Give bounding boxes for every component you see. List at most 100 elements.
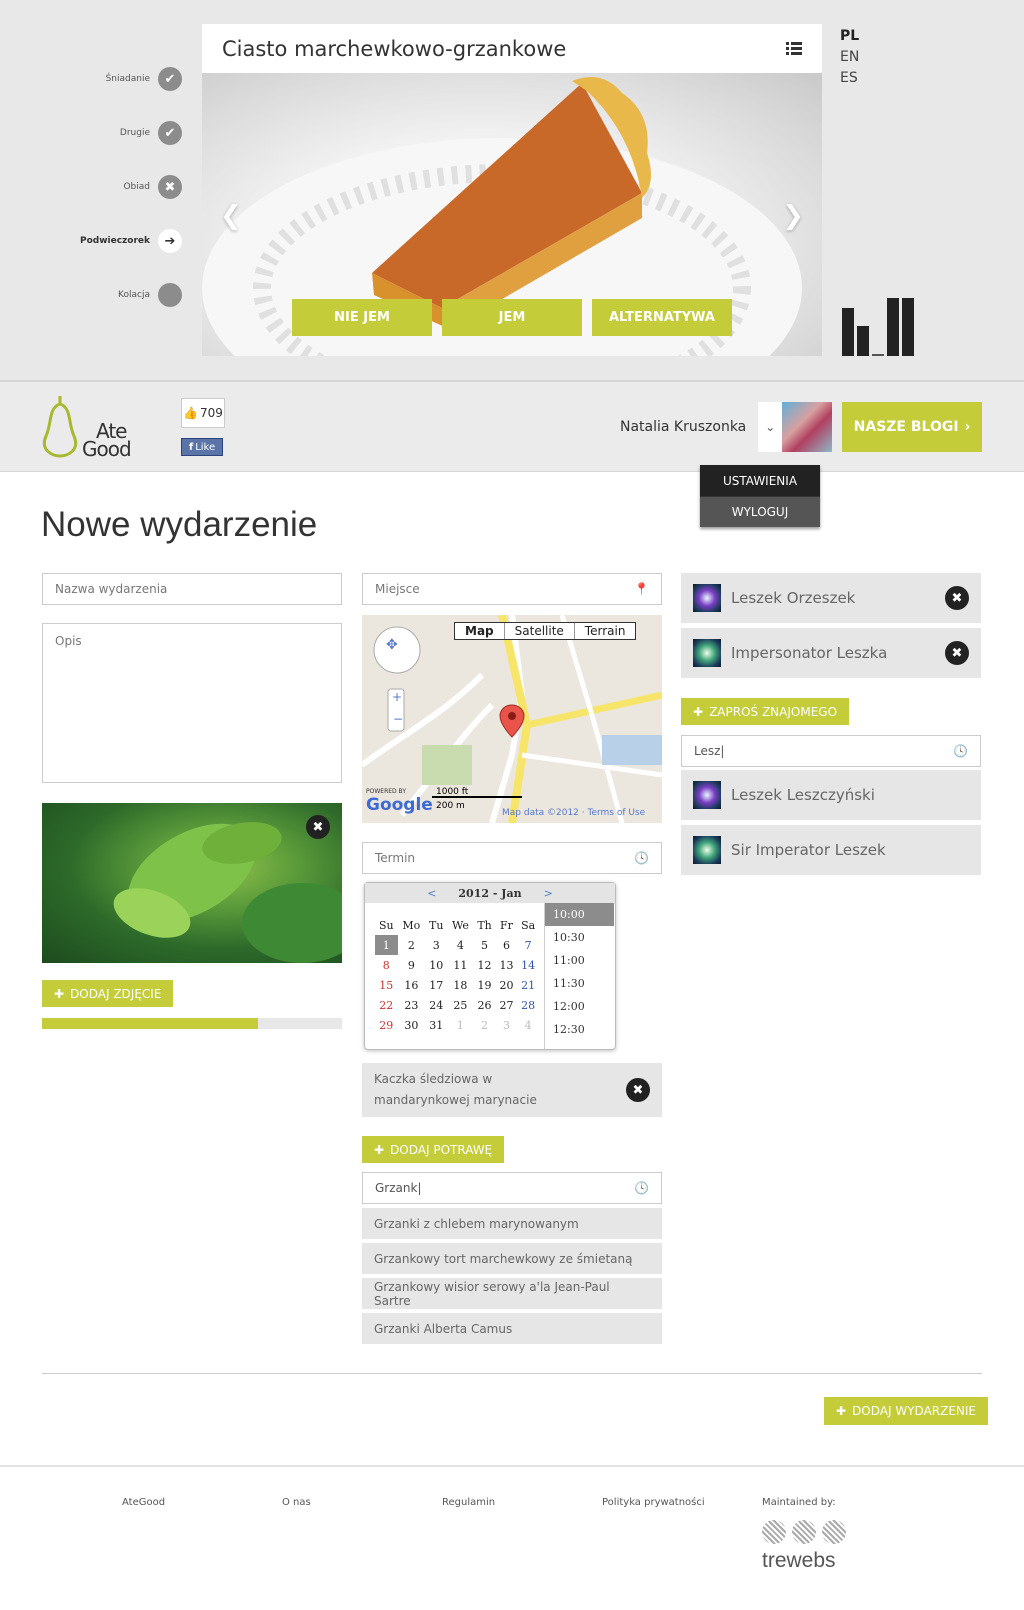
logo[interactable]: Ate Good: [42, 394, 132, 459]
dish-suggestion[interactable]: Grzankowy tort marchewkowy ze śmietaną: [362, 1243, 662, 1274]
calendar-day[interactable]: 7: [517, 935, 539, 955]
meal-item-drugie[interactable]: Drugie ✔: [120, 120, 182, 146]
close-icon: ✖: [158, 175, 182, 199]
lang-en[interactable]: EN: [840, 47, 859, 68]
eat-button[interactable]: JEM: [442, 299, 582, 336]
calendar-day[interactable]: 24: [425, 995, 447, 1015]
remove-friend-icon[interactable]: ✖: [945, 586, 969, 610]
calendar-day[interactable]: 6: [496, 935, 518, 955]
calendar-day[interactable]: 14: [517, 955, 539, 975]
dish-suggestion[interactable]: Grzankowy wisior serowy a'la Jean-Paul S…: [362, 1278, 662, 1309]
calendar-day[interactable]: 2: [473, 1015, 495, 1035]
map-attribution[interactable]: Map data ©2012 · Terms of Use: [502, 808, 645, 818]
calendar-day[interactable]: 5: [473, 935, 495, 955]
invite-friend-button[interactable]: ✚ ZAPROŚ ZNAJOMEGO: [681, 698, 850, 725]
friend-suggestion[interactable]: Leszek Leszczyński: [681, 770, 981, 820]
calendar-day[interactable]: 3: [425, 935, 447, 955]
chevron-down-icon[interactable]: ⌄: [758, 402, 783, 452]
time-option[interactable]: 10:30: [545, 926, 614, 949]
calendar-day[interactable]: 4: [447, 935, 473, 955]
date-input[interactable]: Termin 🕓: [362, 842, 662, 874]
calendar-day[interactable]: 27: [496, 995, 518, 1015]
avatar[interactable]: [782, 402, 833, 452]
calendar-day[interactable]: 19: [473, 975, 495, 995]
calendar-day[interactable]: 4: [517, 1015, 539, 1035]
settings-menu-item[interactable]: USTAWIENIA: [700, 465, 820, 496]
calendar-day[interactable]: 30: [398, 1015, 426, 1035]
meal-item-kolacja[interactable]: Kolacja: [118, 282, 182, 308]
add-event-button[interactable]: ✚ DODAJ WYDARZENIE: [824, 1397, 989, 1425]
add-dish-button[interactable]: ✚ DODAJ POTRAWĘ: [362, 1136, 505, 1163]
calendar-day[interactable]: 12: [473, 955, 495, 975]
map-type-terrain[interactable]: Terrain: [573, 623, 636, 639]
remove-dish-icon[interactable]: ✖: [626, 1078, 650, 1102]
logout-menu-item[interactable]: WYLOGUJ: [700, 496, 820, 527]
map-widget[interactable]: Map Satellite Terrain ✥ + − POWERED BY G…: [362, 615, 662, 823]
friend-suggestion[interactable]: Sir Imperator Leszek: [681, 825, 981, 875]
calendar-day[interactable]: 22: [375, 995, 398, 1015]
prev-arrow-icon[interactable]: ❮: [220, 201, 242, 231]
next-arrow-icon[interactable]: ❯: [782, 201, 804, 231]
calendar-day[interactable]: 17: [425, 975, 447, 995]
footer-link-ategood[interactable]: AteGood: [122, 1497, 165, 1508]
map-type-satellite[interactable]: Satellite: [503, 623, 574, 639]
alternative-button[interactable]: ALTERNATYWA: [592, 299, 732, 336]
calendar-day[interactable]: 28: [517, 995, 539, 1015]
calendar-day[interactable]: 11: [447, 955, 473, 975]
footer-link-privacy[interactable]: Polityka prywatności: [602, 1497, 705, 1508]
trewebs-brand[interactable]: trewebs: [762, 1549, 836, 1573]
calendar-day[interactable]: 1: [375, 935, 398, 955]
calendar-day[interactable]: 31: [425, 1015, 447, 1035]
calendar-day[interactable]: 29: [375, 1015, 398, 1035]
calendar-day[interactable]: 23: [398, 995, 426, 1015]
calendar-day[interactable]: 13: [496, 955, 518, 975]
calendar-day[interactable]: 26: [473, 995, 495, 1015]
description-textarea[interactable]: Opis: [42, 623, 342, 783]
time-option[interactable]: 12:30: [545, 1018, 614, 1041]
calendar-day[interactable]: 10: [425, 955, 447, 975]
calendar-day[interactable]: 2: [398, 935, 426, 955]
meal-item-obiad[interactable]: Obiad ✖: [123, 174, 182, 200]
time-option[interactable]: 12:00: [545, 995, 614, 1018]
meal-item-sniadanie[interactable]: Śniadanie ✔: [106, 66, 182, 92]
dish-suggestion[interactable]: Grzanki Alberta Camus: [362, 1313, 662, 1344]
map-type-map[interactable]: Map: [455, 623, 504, 639]
stats-bars-icon[interactable]: [842, 296, 914, 356]
time-option[interactable]: 11:30: [545, 972, 614, 995]
map-pan-icon[interactable]: ✥: [386, 637, 398, 653]
meal-item-podwieczorek[interactable]: Podwieczorek ➔: [80, 228, 182, 254]
list-menu-icon[interactable]: [786, 42, 802, 55]
remove-friend-icon[interactable]: ✖: [945, 641, 969, 665]
add-photo-button[interactable]: ✚ DODAJ ZDJĘCIE: [42, 980, 174, 1007]
event-name-input[interactable]: Nazwa wydarzenia: [42, 573, 342, 605]
trewebs-logo-icon: [762, 1520, 846, 1544]
lang-es[interactable]: ES: [840, 68, 859, 89]
time-option[interactable]: 10:00: [545, 903, 614, 926]
not-eat-button[interactable]: NIE JEM: [292, 299, 432, 336]
calendar-day[interactable]: 20: [496, 975, 518, 995]
next-month-icon[interactable]: >: [544, 887, 553, 900]
place-input[interactable]: Miejsce 📍: [362, 573, 662, 605]
calendar-day[interactable]: 18: [447, 975, 473, 995]
prev-month-icon[interactable]: <: [427, 887, 436, 900]
time-option[interactable]: 11:00: [545, 949, 614, 972]
lang-pl[interactable]: PL: [840, 26, 859, 47]
footer-link-about[interactable]: O nas: [282, 1497, 311, 1508]
zoom-in-icon[interactable]: +: [392, 690, 402, 704]
calendar-day[interactable]: 8: [375, 955, 398, 975]
footer-link-terms[interactable]: Regulamin: [442, 1497, 495, 1508]
blogs-button[interactable]: NASZE BLOGI ›: [842, 402, 982, 452]
calendar-day[interactable]: 16: [398, 975, 426, 995]
dish-search-input[interactable]: Grzank| 🕓: [362, 1172, 662, 1204]
calendar-day[interactable]: 1: [447, 1015, 473, 1035]
calendar-day[interactable]: 3: [496, 1015, 518, 1035]
calendar-day[interactable]: 25: [447, 995, 473, 1015]
friend-search-input[interactable]: Lesz| 🕓: [681, 735, 981, 767]
dish-suggestion[interactable]: Grzanki z chlebem marynowanym: [362, 1208, 662, 1239]
fb-like-button[interactable]: f Like: [181, 438, 223, 456]
remove-photo-icon[interactable]: ✖: [306, 815, 330, 839]
calendar-day[interactable]: 21: [517, 975, 539, 995]
calendar-day[interactable]: 9: [398, 955, 426, 975]
zoom-out-icon[interactable]: −: [393, 712, 403, 726]
calendar-day[interactable]: 15: [375, 975, 398, 995]
